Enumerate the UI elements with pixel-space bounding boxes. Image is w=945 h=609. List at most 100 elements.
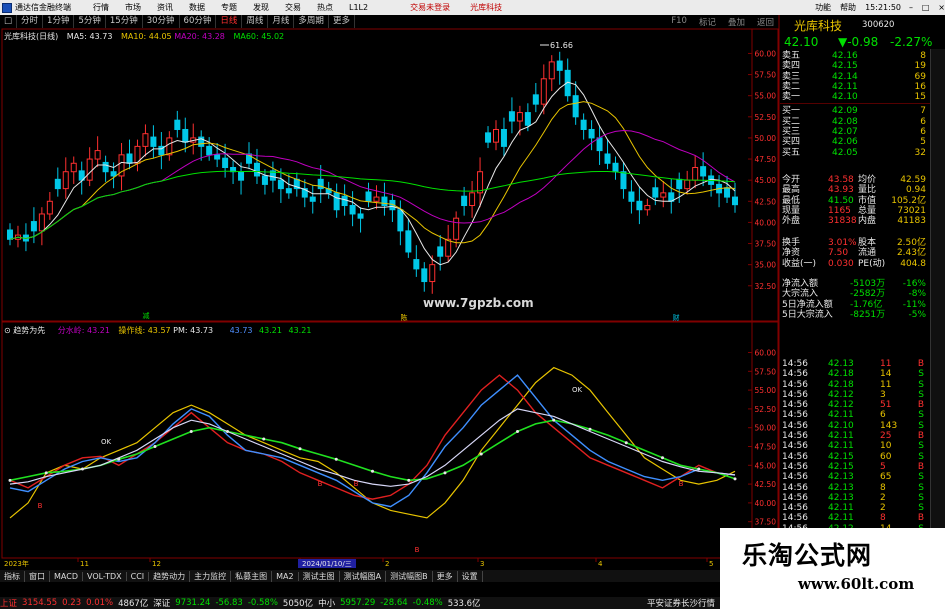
ma20-label: MA20: 43.28 bbox=[174, 32, 225, 41]
indicator-dot bbox=[81, 467, 84, 471]
tick-price: 42.11 bbox=[828, 503, 854, 514]
candle-body bbox=[692, 167, 699, 181]
zx-index-value: 5957.29 bbox=[340, 598, 376, 608]
indicator-tab-5[interactable]: 趋势动力 bbox=[149, 570, 191, 582]
tick-row: 14:56 42.12 51 B bbox=[780, 400, 930, 410]
tick-price: 42.13 bbox=[828, 472, 854, 483]
indicator-dot bbox=[624, 441, 628, 445]
tick-volume: 2 bbox=[880, 492, 886, 503]
price-tick-label: 47.50 bbox=[755, 155, 777, 164]
stat-row: 今开 43.58 均价 42.59 bbox=[780, 175, 930, 185]
tick-price: 42.13 bbox=[828, 482, 854, 493]
indicator-tab-2[interactable]: MACD bbox=[50, 571, 83, 581]
stat-key: 量比 bbox=[858, 185, 877, 196]
time-axis-label: 3 bbox=[480, 560, 484, 568]
indicator-tab-0[interactable]: 指标 bbox=[0, 570, 25, 582]
indicator-tabs: 指标 窗口 MACD VOL-TDX CCI 趋势动力 主力监控 私募主图 MA2 测试主图 测试幅… bbox=[0, 570, 720, 582]
indicator-tab-12[interactable]: 更多 bbox=[433, 570, 458, 582]
tick-time: 14:56 bbox=[782, 410, 808, 421]
candle-body bbox=[556, 60, 563, 71]
stat-key: 收益(一) bbox=[782, 258, 817, 269]
indicator-tab-1[interactable]: 窗口 bbox=[25, 570, 50, 582]
candle-body bbox=[469, 192, 476, 207]
tick-volume: 3 bbox=[880, 389, 886, 400]
indicator-dot bbox=[8, 478, 12, 482]
tick-side: S bbox=[918, 503, 924, 514]
tick-price: 42.12 bbox=[828, 389, 854, 400]
tick-price: 42.18 bbox=[828, 369, 854, 380]
candle-body bbox=[365, 191, 372, 202]
indicator-tab-9[interactable]: 测试主图 bbox=[299, 570, 340, 582]
ind-tick-label: 37.50 bbox=[755, 518, 777, 527]
candle-body bbox=[596, 137, 603, 152]
tick-volume: 10 bbox=[880, 441, 892, 452]
candle-body bbox=[174, 119, 181, 130]
tick-side: B bbox=[917, 431, 924, 442]
indicator-name-icon[interactable]: ⊙ bbox=[4, 326, 11, 335]
indicator-tab-13[interactable]: 设置 bbox=[458, 570, 483, 582]
book-volume: 5 bbox=[920, 137, 926, 148]
book-label: 买三 bbox=[782, 127, 801, 138]
book-row: 买一 42.09 7 bbox=[780, 106, 930, 116]
candle-body bbox=[182, 128, 189, 143]
tick-side: S bbox=[918, 410, 924, 421]
tick-volume: 8 bbox=[880, 482, 886, 493]
ind-tick-label: 40.00 bbox=[755, 499, 777, 508]
indicator-dot bbox=[552, 418, 556, 422]
indicator-l1: 分水岭: 43.21 bbox=[57, 326, 110, 335]
book-row: 买四 42.06 5 bbox=[780, 137, 930, 147]
ind-tick-label: 42.50 bbox=[755, 480, 777, 489]
indicator-legend: ⊙ 趋势为先 分水岭: 43.21 操作线: 43.57 PM: 43.73 4… bbox=[4, 325, 311, 336]
stat-value: 404.8 bbox=[900, 258, 926, 269]
stat-value: 42.59 bbox=[900, 175, 926, 185]
indicator-dot bbox=[516, 429, 519, 433]
indicator-name[interactable]: 趋势为先 bbox=[13, 326, 45, 335]
flow-key: 大宗流入 bbox=[782, 289, 819, 300]
tick-time: 14:56 bbox=[782, 389, 808, 400]
indicator-l4: 43.73 bbox=[229, 326, 253, 335]
tick-time: 14:56 bbox=[782, 472, 808, 483]
indicator-tab-8[interactable]: MA2 bbox=[272, 571, 299, 581]
tick-side: B bbox=[917, 461, 924, 472]
book-divider bbox=[780, 103, 930, 105]
candle-body bbox=[341, 195, 348, 207]
book-row: 买五 42.05 32 bbox=[780, 148, 930, 158]
flow-key: 5日净流入额 bbox=[782, 299, 833, 310]
book-volume: 6 bbox=[920, 116, 926, 127]
zx-index-pct: -0.48% bbox=[412, 598, 443, 608]
indicator-tab-4[interactable]: CCI bbox=[127, 571, 150, 581]
book-row: 卖二 42.11 16 bbox=[780, 82, 930, 92]
zx-index-label: 中小 bbox=[318, 599, 336, 609]
flow-value: -5103万 bbox=[850, 279, 886, 289]
candle-body bbox=[620, 171, 627, 190]
indicator-tab-3[interactable]: VOL-TDX bbox=[83, 571, 127, 581]
stat-key: 市值 bbox=[858, 195, 877, 206]
indicator-tab-7[interactable]: 私募主图 bbox=[231, 570, 273, 582]
tick-volume: 25 bbox=[880, 431, 892, 442]
indicator-tab-6[interactable]: 主力监控 bbox=[190, 570, 232, 582]
candle-body bbox=[660, 192, 667, 198]
indicator-tab-11[interactable]: 测试幅图B bbox=[386, 570, 433, 582]
candle-body bbox=[516, 112, 523, 122]
b-signal-4: B bbox=[679, 480, 684, 488]
candle-body bbox=[548, 61, 555, 80]
brand-watermark: 乐淘公式网 www.60lt.com bbox=[720, 528, 945, 609]
sh-index-amount: 4867亿 bbox=[118, 599, 149, 609]
tick-price: 42.13 bbox=[828, 492, 854, 503]
sz-index-value: 9731.24 bbox=[175, 598, 211, 608]
tick-side: B bbox=[917, 513, 924, 524]
candle-body bbox=[477, 171, 484, 194]
quote-stats: 今开 43.58 均价 42.59 最高 43.93 量比 0.94 最低 41.50 市值 105.… bbox=[780, 175, 930, 226]
candle-body bbox=[700, 166, 707, 177]
candle-body bbox=[102, 161, 109, 173]
tick-row: 14:56 42.13 2 S bbox=[780, 493, 930, 503]
tick-time: 14:56 bbox=[782, 369, 808, 380]
sh-index-label: 上证 bbox=[0, 599, 18, 609]
book-row: 买二 42.08 6 bbox=[780, 117, 930, 127]
indicator-tab-10[interactable]: 测试幅图A bbox=[340, 570, 387, 582]
tick-volume: 11 bbox=[880, 359, 892, 369]
stat-key: 总量 bbox=[858, 205, 877, 216]
candle-body bbox=[405, 230, 412, 253]
stat-row: 最高 43.93 量比 0.94 bbox=[780, 185, 930, 195]
indicator-dot bbox=[334, 457, 338, 461]
